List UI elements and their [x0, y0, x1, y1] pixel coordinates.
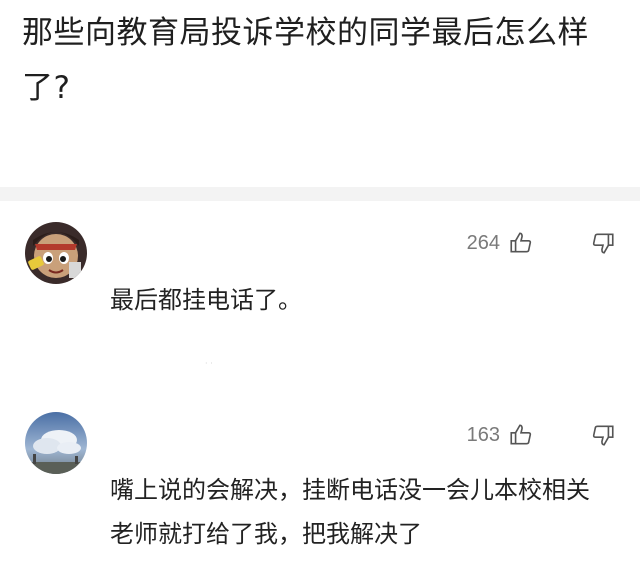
- section-divider: [0, 187, 640, 201]
- comment-text: 最后都挂电话了。: [110, 286, 302, 314]
- cartoon-character-avatar-icon: [25, 222, 87, 284]
- avatar[interactable]: [25, 222, 87, 284]
- sky-clouds-avatar-icon: [25, 412, 87, 474]
- comment-actions: 264: [467, 228, 618, 258]
- comment-actions: 163: [467, 420, 618, 450]
- like-count: 163: [466, 423, 500, 446]
- comment-item: 264 最后都挂电话了。: [0, 218, 640, 368]
- watermark-fade: [522, 522, 632, 562]
- avatar[interactable]: [25, 412, 87, 474]
- question-title: 那些向教育局投诉学校的同学最后怎么样了?: [22, 15, 589, 106]
- thumb-down-icon[interactable]: [588, 420, 618, 450]
- thumb-up-icon[interactable]: [506, 228, 536, 258]
- thumb-down-icon[interactable]: [588, 228, 618, 258]
- thumb-up-icon[interactable]: [506, 420, 536, 450]
- separator-dots: · ·: [205, 359, 213, 368]
- like-count: 264: [466, 231, 500, 254]
